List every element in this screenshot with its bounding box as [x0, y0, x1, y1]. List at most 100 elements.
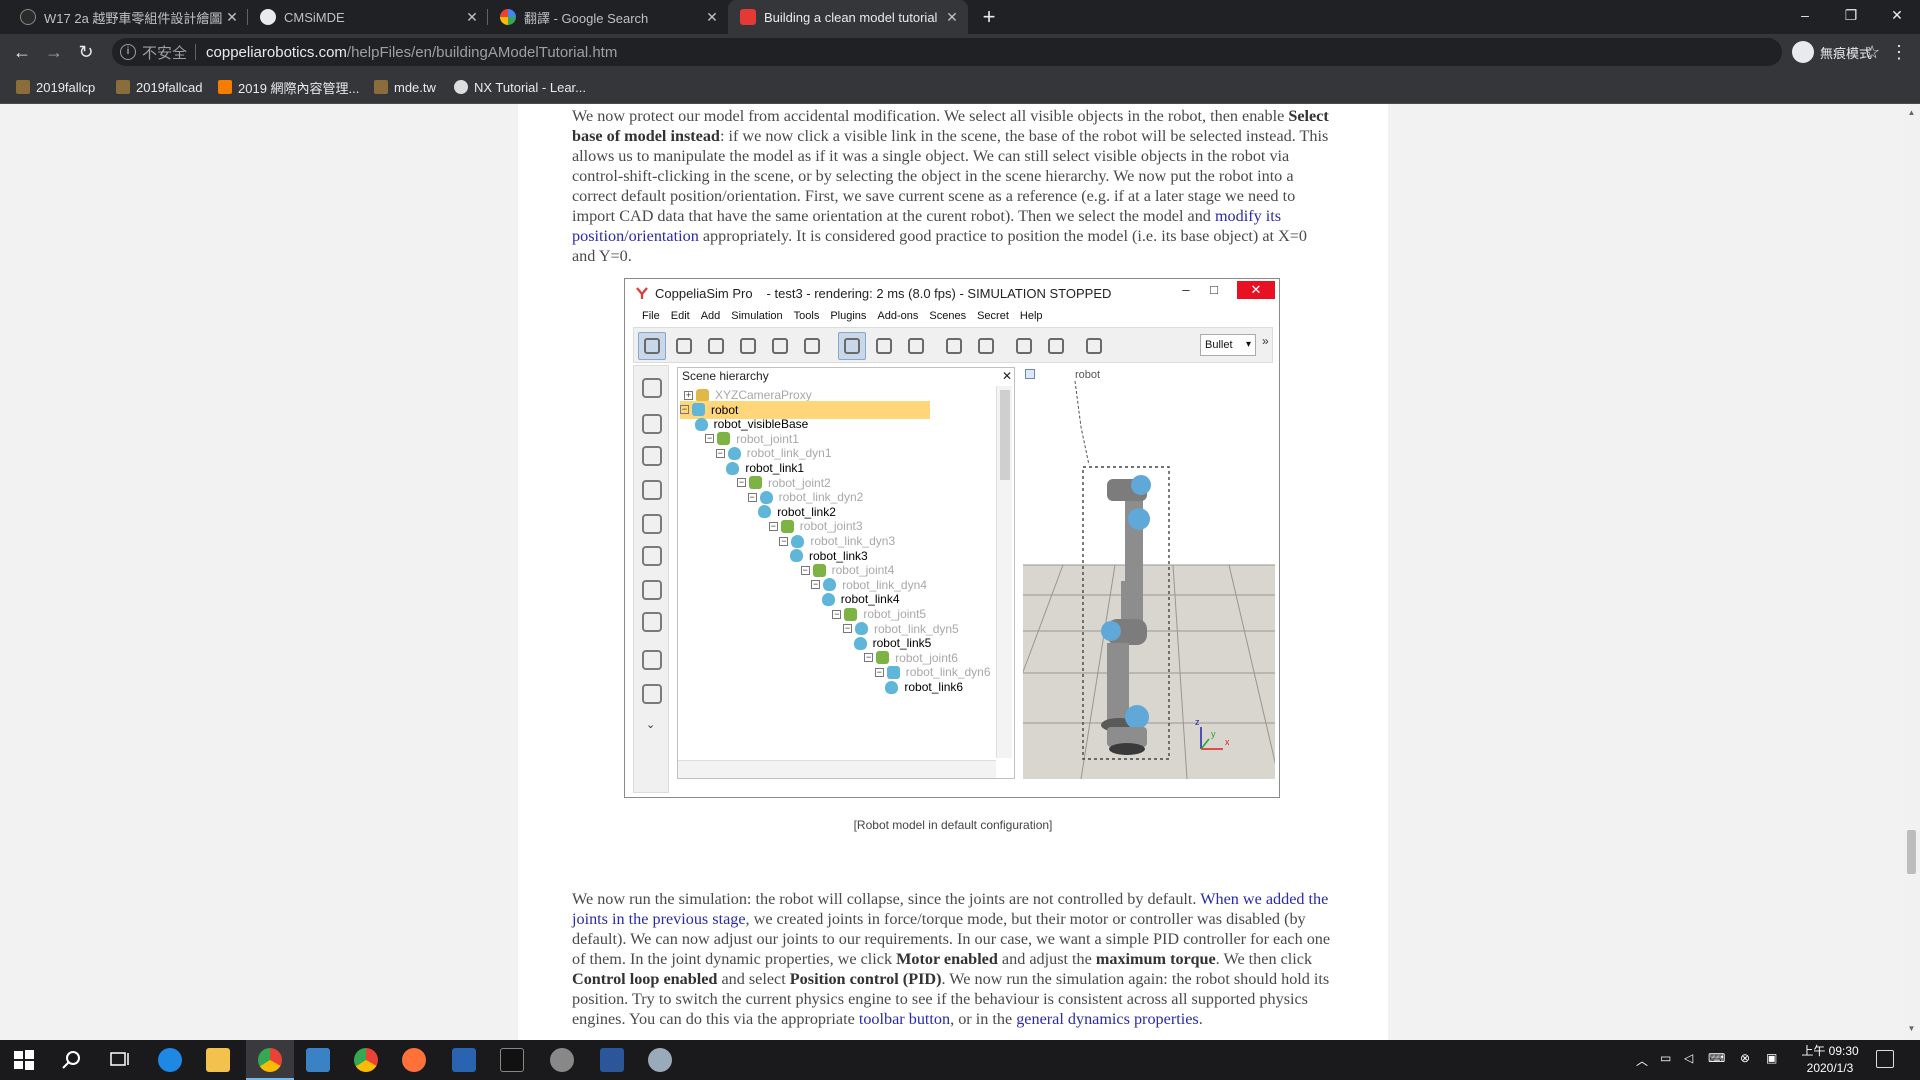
maximize-button[interactable]: ❐ — [1828, 0, 1874, 32]
github-icon — [20, 9, 36, 25]
tab-google-search[interactable]: 翻譯 - Google Search ✕ — [488, 0, 728, 34]
chrome-alt-icon[interactable] — [354, 1048, 378, 1072]
scene-view: robot x z y — [1023, 367, 1275, 779]
fit-to-view-icon — [766, 332, 794, 360]
close-tab-icon[interactable]: ✕ — [944, 9, 960, 26]
firefox-icon[interactable] — [402, 1048, 426, 1072]
bookmark-label: mde.tw — [394, 79, 436, 95]
close-tab-icon[interactable]: ✕ — [464, 9, 480, 26]
terminal-icon[interactable] — [500, 1048, 524, 1072]
scene-hierarchy: Scene hierarchy ✕ + XYZCameraProxy − robot r… — [677, 367, 1015, 779]
address-bar[interactable]: i 不安全 coppeliarobotics.com /helpFiles/en… — [112, 38, 1880, 66]
collapse-icon: − — [705, 433, 715, 444]
figure-coppeliasim-screenshot: CoppeliaSim Pro - test3 - rendering: 2 m… — [624, 278, 1280, 798]
bookmark-2019fallcp[interactable]: 2019fallcp — [16, 70, 95, 104]
action-icon[interactable]: ▣ — [1766, 1051, 1777, 1065]
shape-icon — [758, 505, 772, 519]
collapse-icon: − — [715, 447, 725, 458]
object-rotate-icon — [902, 332, 930, 360]
close-tab-icon[interactable]: ✕ — [224, 9, 240, 26]
powershell-icon[interactable] — [452, 1048, 476, 1072]
forward-button[interactable]: → — [42, 40, 66, 64]
hierarchy-node-robot-link6: robot_link6 — [885, 678, 963, 696]
simulation-settings-icon — [642, 378, 662, 398]
bold-term: maximum torque — [1095, 950, 1216, 968]
assemble-icon — [940, 332, 968, 360]
globe-icon — [260, 9, 276, 25]
sim-menu-item: File — [642, 310, 660, 322]
clock-date: 2020/1/3 — [1806, 1061, 1854, 1075]
scroll-down-icon[interactable]: ▼ — [1907, 1024, 1916, 1033]
bold-term: Control loop enabled — [572, 970, 718, 988]
tab-building-model-tutorial[interactable]: Building a clean model tutorial ✕ — [728, 0, 968, 34]
taskbar-clock[interactable]: 上午 09:30 2020/1/3 — [1790, 1043, 1870, 1077]
incognito-indicator[interactable]: 無痕模式 — [1792, 40, 1872, 64]
link-toolbar-button[interactable]: toolbar button — [859, 1010, 950, 1028]
bookmark-nx-tutorial[interactable]: NX Tutorial - Lear... — [454, 70, 586, 104]
click-select-icon — [838, 332, 866, 360]
sim-menu-item: Scenes — [929, 310, 967, 322]
shape-icon — [823, 578, 837, 592]
joint-icon — [876, 651, 890, 665]
text-run: , or in the — [950, 1010, 1017, 1028]
text-run: We now protect our model from accidental… — [572, 107, 1289, 125]
chevron-up-icon[interactable]: ︿ — [1636, 1052, 1648, 1069]
scroll-up-icon[interactable]: ▲ — [1907, 108, 1916, 117]
sim-menu-item: Plugins — [830, 310, 867, 322]
bookmark-mde[interactable]: mde.tw — [374, 70, 436, 104]
figure-caption: [Robot model in default configuration] — [853, 818, 1053, 832]
sim-menu-item: Simulation — [731, 310, 783, 322]
axis-z-label: z — [1195, 717, 1200, 727]
bookmark-2019fallcad[interactable]: 2019fallcad — [116, 70, 203, 104]
minimize-button[interactable]: – — [1782, 0, 1828, 32]
hierarchy-hscrollbar — [678, 760, 996, 778]
close-tab-icon[interactable]: ✕ — [704, 9, 720, 26]
chrome-icon[interactable] — [258, 1048, 282, 1072]
tab-title: W17 2a 越野車零組件設計繪圖 — [44, 10, 223, 26]
back-button[interactable]: ← — [10, 40, 34, 64]
bookmark-cms[interactable]: 2019 網際內容管理... — [218, 70, 359, 104]
camera-shift-icon — [702, 332, 730, 360]
axis-x-label: x — [1225, 737, 1230, 747]
url-path: /helpFiles/en/buildingAModelTutorial.htm — [346, 43, 618, 61]
chrome-menu-icon[interactable]: ⋮ — [1890, 40, 1908, 64]
search-icon[interactable] — [60, 1048, 84, 1072]
shape-icon — [790, 549, 803, 563]
sim-minimize-button: – — [1182, 282, 1190, 297]
edge-icon[interactable] — [158, 1048, 182, 1072]
keyboard-icon[interactable]: ⌨ — [1708, 1051, 1725, 1065]
omnibox-divider — [195, 44, 197, 60]
text-run: and select — [717, 970, 790, 988]
sim-menu-item: Help — [1019, 310, 1043, 322]
page-scrollbar[interactable]: ▲ ▼ — [1903, 104, 1920, 1040]
info-icon[interactable]: i — [120, 44, 136, 60]
windows-start-icon[interactable] — [12, 1048, 36, 1072]
reload-button[interactable]: ↻ — [74, 40, 98, 64]
tab-w17[interactable]: W17 2a 越野車零組件設計繪圖 ✕ — [8, 0, 248, 34]
path-edit-icon — [642, 580, 662, 600]
blogger-icon — [218, 80, 232, 94]
new-tab-button[interactable]: + — [976, 4, 1002, 30]
physics-engine-select: Bullet — [1200, 334, 1256, 356]
task-view-icon[interactable] — [108, 1048, 132, 1072]
notification-icon[interactable] — [1876, 1050, 1894, 1068]
sim-app-name: CoppeliaSim Pro — [655, 285, 753, 301]
ime-icon[interactable]: ⊗ — [1740, 1051, 1750, 1065]
tab-cmsimde[interactable]: CMSiMDE ✕ — [248, 0, 488, 34]
scroll-thumb[interactable] — [1907, 830, 1916, 874]
text-run: We now run the simulation: the robot wil… — [572, 890, 1201, 908]
close-window-button[interactable]: ✕ — [1874, 0, 1920, 32]
close-icon: ✕ — [1001, 369, 1012, 383]
coppelia-icon — [740, 9, 756, 25]
shape-icon — [821, 592, 835, 606]
coppeliasim-taskbar-icon[interactable] — [648, 1048, 672, 1072]
word-icon[interactable] — [600, 1048, 624, 1072]
network-icon[interactable]: ▭ — [1660, 1051, 1671, 1065]
joint-icon — [717, 432, 731, 446]
tab-title: Building a clean model tutorial — [764, 9, 938, 25]
control-panel-icon[interactable] — [306, 1048, 330, 1072]
volume-icon[interactable]: ◁ — [1684, 1051, 1693, 1065]
app-icon[interactable] — [550, 1048, 574, 1072]
link-general-dynamics-properties[interactable]: general dynamics properties — [1016, 1010, 1199, 1028]
file-explorer-icon[interactable] — [206, 1048, 230, 1072]
